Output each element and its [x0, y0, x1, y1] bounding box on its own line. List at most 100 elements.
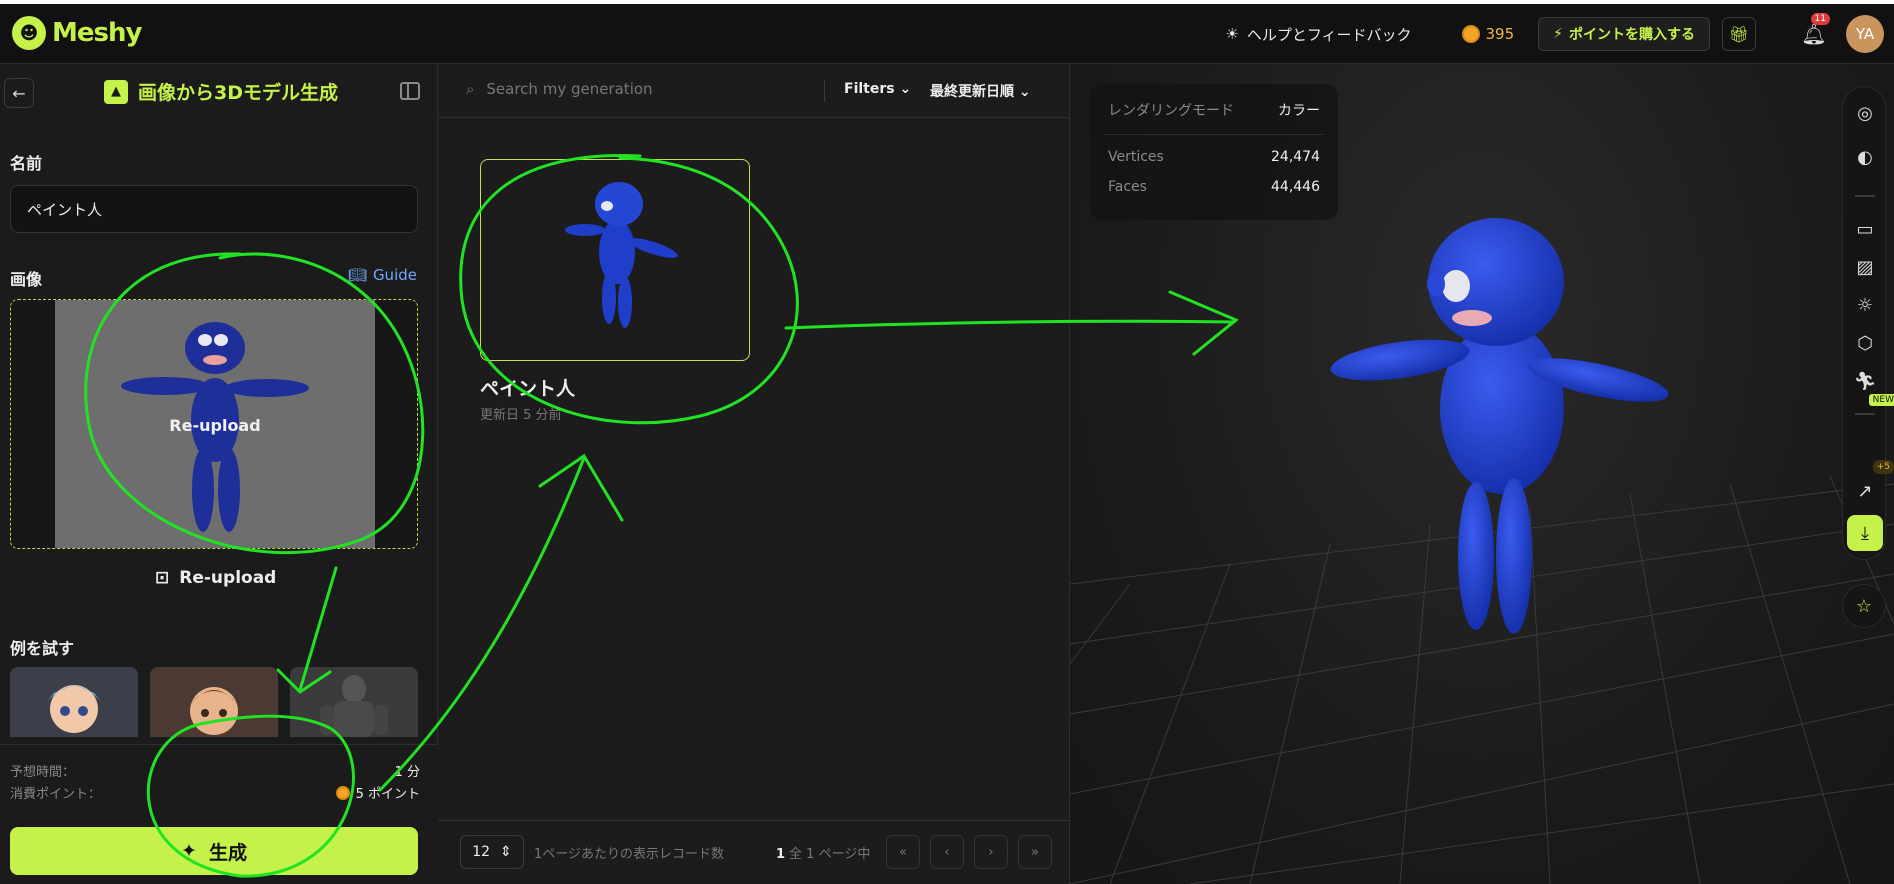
vertices-value: 24,474	[1271, 149, 1320, 165]
model-info-panel: レンダリングモード カラー Vertices 24,474 Faces 44,4…	[1090, 84, 1338, 220]
example-robot-image	[320, 675, 388, 737]
vertices-row: Vertices 24,474	[1108, 149, 1320, 165]
material-sphere-icon[interactable]: ◐	[1853, 145, 1877, 169]
book-icon: 📖︎	[347, 266, 367, 284]
generate-button[interactable]: ✦ 生成	[10, 827, 418, 875]
download-icon: ⤓	[1861, 522, 1869, 544]
page-size-label: 1ページあたりの表示レコード数	[534, 847, 725, 862]
back-button[interactable]: ←	[4, 78, 34, 108]
faces-value: 44,446	[1271, 179, 1320, 195]
wireframe-icon[interactable]: ▨	[1853, 255, 1877, 279]
faces-row: Faces 44,446	[1108, 179, 1320, 195]
notification-badge: 11	[1810, 13, 1830, 25]
search-placeholder: Search my generation	[486, 80, 653, 98]
generation-card[interactable]	[480, 159, 750, 361]
page-count: 1全 1 ページ中	[776, 843, 870, 862]
cost-row: 消費ポイント： 5 ポイント	[10, 783, 420, 802]
cost-label: 消費ポイント：	[10, 787, 102, 802]
last-page-button[interactable]: »	[1018, 835, 1052, 869]
help-feedback-link[interactable]: ☀ ヘルプとフィードバック	[1225, 24, 1411, 45]
render-mode-value: カラー	[1278, 103, 1320, 119]
model-thumbnail	[565, 182, 678, 328]
example-thumbnail[interactable]	[10, 667, 138, 737]
generate-label: 生成	[208, 841, 247, 864]
collapse-sidebar-icon[interactable]	[400, 82, 420, 100]
shape-icon[interactable]: ⬡	[1853, 331, 1877, 355]
gift-button[interactable]: 🎁︎	[1722, 17, 1756, 51]
panel-title-text: 画像から3Dモデル生成	[138, 82, 338, 104]
reupload-button-label: Re-upload	[179, 568, 277, 588]
favorite-button[interactable]: ☆	[1842, 584, 1886, 628]
estimated-time-value: 1 分	[394, 765, 420, 780]
avatar[interactable]: YA	[1846, 15, 1884, 53]
buy-points-button[interactable]: ⚡ ポイントを購入する	[1538, 17, 1710, 51]
top-right-actions: ☀ ヘルプとフィードバック 395 ⚡ ポイントを購入する 🎁︎ 🔔︎ 11 Y…	[1225, 13, 1884, 54]
reupload-button[interactable]: ⊡ Re-upload	[155, 568, 276, 588]
animate-running-icon[interactable]: 🏃︎	[1853, 369, 1877, 393]
prev-page-button[interactable]: ‹	[930, 835, 964, 869]
next-page-button[interactable]: ›	[974, 835, 1008, 869]
current-page: 1	[776, 847, 786, 862]
first-page-button[interactable]: «	[886, 835, 920, 869]
lightbulb-icon: ☀	[1225, 25, 1239, 43]
filters-label: Filters	[844, 81, 895, 97]
examples-label: 例を試す	[10, 639, 75, 658]
example-thumbnail[interactable]	[150, 667, 278, 737]
render-mode-label: レンダリングモード	[1108, 103, 1234, 119]
chevron-down-icon: ⌄	[899, 81, 912, 97]
logo-text: Meshy	[52, 18, 142, 48]
example-character-image	[46, 685, 102, 733]
image-upload-icon: ⊡	[155, 568, 170, 588]
light-icon[interactable]: ☼	[1853, 293, 1877, 317]
filters-dropdown[interactable]: Filters ⌄	[844, 81, 911, 97]
logo[interactable]: ☻ Meshy	[12, 16, 142, 50]
estimated-time-row: 予想時間： 1 分	[10, 761, 420, 780]
points-value: 395	[1485, 25, 1515, 43]
sort-dropdown[interactable]: 最終更新日順 ⌄	[930, 81, 1031, 101]
app-window: ☻ Meshy ☀ ヘルプとフィードバック 395 ⚡ ポイントを購入する 🎁︎…	[0, 4, 1894, 884]
image-upload-area[interactable]: Re-upload	[10, 299, 418, 549]
chevron-updown-icon: ⇕	[500, 844, 512, 860]
generate-footer: 予想時間： 1 分 消費ポイント： 5 ポイント ✦ 生成	[0, 744, 438, 884]
double-chevron-left-icon: «	[899, 844, 907, 860]
example-character-image	[190, 687, 238, 735]
3d-viewer[interactable]: レンダリングモード カラー Vertices 24,474 Faces 44,4…	[1070, 64, 1894, 884]
help-label: ヘルプとフィードバック	[1246, 25, 1412, 44]
sort-label: 最終更新日順	[930, 84, 1014, 100]
cost-value: 5 ポイント	[355, 787, 420, 802]
divider	[1855, 413, 1875, 415]
generation-gallery: ⌕ Search my generation Filters ⌄ 最終更新日順 …	[438, 64, 1070, 884]
viewer-toolbar: ◎ ◐ ▭ ▨ ☼ ⬡ 🏃︎ ↗ ⤓	[1842, 86, 1886, 560]
render-mode-row[interactable]: レンダリングモード カラー	[1108, 100, 1320, 120]
arrow-left-icon: ←	[12, 83, 26, 103]
page-size-value: 12	[472, 844, 491, 860]
guide-link[interactable]: 📖︎ Guide	[348, 266, 417, 284]
points-badge: +5	[1872, 460, 1894, 474]
top-bar: ☻ Meshy ☀ ヘルプとフィードバック 395 ⚡ ポイントを購入する 🎁︎…	[0, 4, 1894, 64]
share-icon[interactable]: ↗	[1853, 479, 1877, 503]
left-panel-header: ← ▲ 画像から3Dモデル生成	[0, 64, 438, 120]
monitor-icon[interactable]: ▭	[1853, 217, 1877, 241]
points-balance[interactable]: 395	[1461, 25, 1515, 43]
vertices-label: Vertices	[1108, 149, 1164, 165]
reupload-overlay[interactable]: Re-upload	[11, 300, 417, 548]
lightning-icon: ⚡	[1553, 26, 1563, 42]
texture-sphere-icon[interactable]: ◎	[1853, 101, 1877, 125]
estimated-time-label: 予想時間：	[10, 765, 76, 780]
example-thumbnail[interactable]	[290, 667, 418, 737]
chevron-right-icon: ›	[988, 844, 994, 860]
name-input[interactable]: ペイント人	[10, 185, 418, 233]
page-size-select[interactable]: 12 ⇕	[460, 835, 524, 869]
new-badge: NEW	[1868, 394, 1894, 406]
pagination-bar: 12 ⇕ 1ページあたりの表示レコード数 1全 1 ページ中 « ‹ › »	[438, 820, 1070, 884]
image-label: 画像	[10, 270, 43, 289]
guide-label: Guide	[372, 266, 417, 284]
notifications-button[interactable]: 🔔︎ 11	[1794, 13, 1834, 51]
card-title: ペイント人	[480, 378, 576, 400]
gallery-toolbar: ⌕ Search my generation Filters ⌄ 最終更新日順 …	[438, 64, 1070, 118]
divider	[1104, 134, 1324, 135]
download-button[interactable]: ⤓	[1847, 515, 1883, 551]
search-input[interactable]: ⌕ Search my generation	[466, 80, 653, 98]
cost-value-wrap: 5 ポイント	[335, 783, 420, 802]
divider	[824, 80, 825, 102]
